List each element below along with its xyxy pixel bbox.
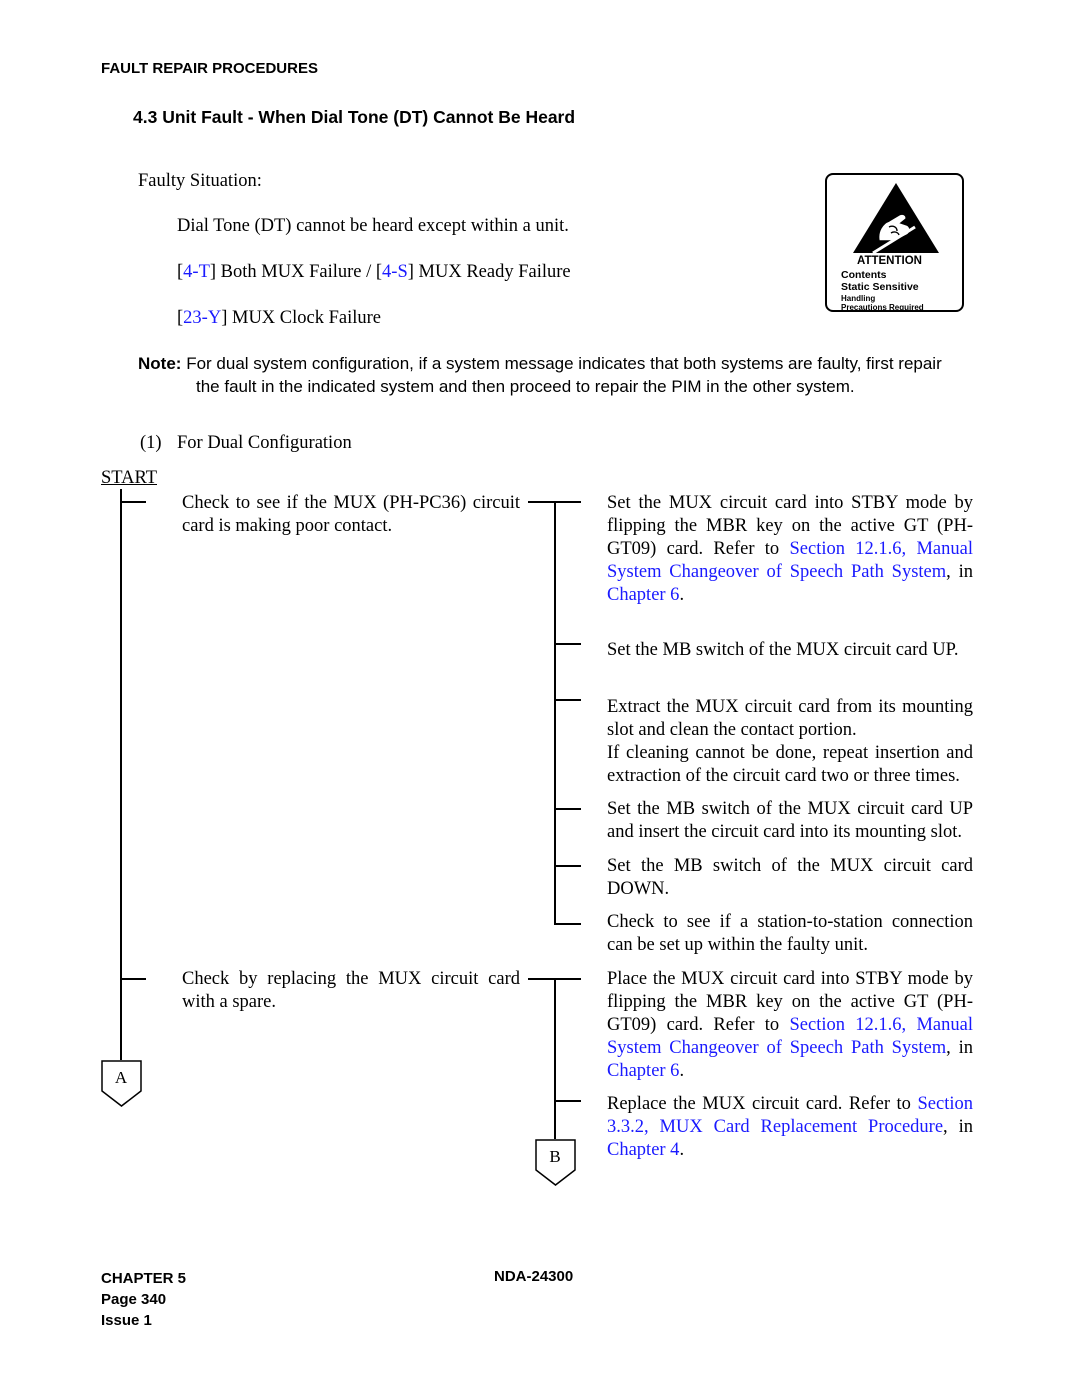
cross-reference-link[interactable]: 23-Y [183, 308, 221, 328]
faulty-situation-label: Faulty Situation: [138, 171, 262, 191]
text-segment: Set the MB switch of the MUX circuit car… [607, 856, 973, 899]
flowchart-start-label: START [101, 468, 157, 488]
cross-reference-link[interactable]: Chapter 6 [607, 585, 679, 605]
flow-step-check-connection: Check to see if a station-to-station con… [607, 911, 973, 957]
flow-branch-right-1b [554, 643, 581, 645]
text-segment: . [679, 1061, 685, 1081]
text-segment: . [679, 1140, 685, 1160]
connector-b-label: B [549, 1147, 561, 1166]
section-title: 4.3 Unit Fault - When Dial Tone (DT) Can… [133, 107, 576, 127]
flow-branch-left-1 [120, 501, 146, 503]
cross-reference-link[interactable]: 4-T [183, 262, 210, 282]
esd-handling-text: Handling [841, 294, 876, 303]
esd-static-text: Static Sensitive [841, 281, 919, 293]
faulty-situation-description: Dial Tone (DT) cannot be heard except wi… [177, 216, 569, 236]
flow-line-right-trunk-2 [554, 978, 556, 1139]
text-segment: If cleaning cannot be done, repeat inser… [607, 743, 973, 786]
text-segment: , in [946, 1038, 973, 1058]
connector-a-label: A [114, 1068, 128, 1087]
esd-attention-text: ATTENTION [857, 255, 922, 267]
text-segment: ] Both MUX Failure / [ [209, 262, 383, 282]
text-segment: ] MUX Clock Failure [221, 308, 382, 328]
flow-branch-left-2 [120, 978, 146, 980]
flow-branch-right-2b [554, 1100, 581, 1102]
cross-reference-link[interactable]: 4-S [382, 262, 408, 282]
footer-doc-number: NDA-24300 [494, 1268, 574, 1285]
footer-issue: Issue 1 [101, 1312, 152, 1329]
esd-contents-text: Contents [841, 269, 887, 281]
flow-step-mb-switch-up: Set the MB switch of the MUX circuit car… [607, 639, 973, 662]
system-message-line: [23-Y] MUX Clock Failure [177, 307, 381, 330]
footer-left: CHAPTER 5 Page 340 Issue 1 [101, 1268, 186, 1331]
flow-branch-right-1d [554, 808, 581, 810]
text-segment: ] MUX Ready Failure [407, 262, 571, 282]
text-segment: , in [943, 1117, 973, 1137]
flow-branch-right-1e [554, 865, 581, 867]
note-text-line1: For dual system configuration, if a syst… [186, 354, 942, 373]
running-header: FAULT REPAIR PROCEDURES [101, 60, 318, 77]
note: Note: For dual system configuration, if … [138, 352, 1058, 398]
flow-step-replace-with-spare: Check by replacing the MUX circuit card … [182, 969, 520, 1012]
text-segment: . [679, 585, 685, 605]
text-segment: Check to see if a station-to-station con… [607, 912, 973, 955]
off-page-connector-b: B [535, 1139, 576, 1187]
text-segment: Set the MB switch of the MUX circuit car… [607, 799, 973, 842]
text-segment: Extract the MUX circuit card from its mo… [607, 697, 973, 740]
flow-line-right-trunk-1 [554, 501, 556, 925]
flow-step-extract-clean: Extract the MUX circuit card from its mo… [607, 696, 973, 788]
case-number: (1) [140, 433, 162, 453]
text-segment: Replace the MUX circuit card. Refer to [607, 1094, 918, 1114]
flow-branch-right-1c [554, 699, 581, 701]
off-page-connector-a: A [101, 1060, 142, 1108]
flow-step-check-poor-contact: Check to see if the MUX (PH-PC36) circui… [182, 493, 520, 536]
flow-step-replace-card: Replace the MUX circuit card. Refer to S… [607, 1093, 973, 1162]
flow-step-place-stby: Place the MUX circuit card into STBY mod… [607, 968, 973, 1083]
system-message-line: [4-T] Both MUX Failure / [4-S] MUX Ready… [177, 261, 571, 284]
note-label: Note: [138, 354, 182, 373]
cross-reference-link[interactable]: Chapter 4 [607, 1140, 679, 1160]
flow-step-mb-down: Set the MB switch of the MUX circuit car… [607, 855, 973, 901]
footer-chapter: CHAPTER 5 [101, 1270, 187, 1287]
flow-step-mb-up-insert: Set the MB switch of the MUX circuit car… [607, 798, 973, 844]
flow-branch-right-1f [554, 923, 581, 925]
text-segment: , in [946, 562, 973, 582]
case-title: For Dual Configuration [177, 433, 352, 453]
footer-page: Page 340 [101, 1291, 167, 1308]
esd-attention-label: ATTENTION Contents Static Sensitive Hand… [825, 173, 964, 312]
flow-step-stby-mode: Set the MUX circuit card into STBY mode … [607, 492, 973, 607]
esd-precautions-text: Precautions Required [841, 303, 924, 312]
esd-warning-hand-icon [853, 183, 939, 255]
cross-reference-link[interactable]: Chapter 6 [607, 1061, 679, 1081]
text-segment: Set the MB switch of the MUX circuit car… [607, 640, 959, 660]
note-text-line2: the fault in the indicated system and th… [196, 377, 855, 396]
flow-line-left-trunk [120, 489, 122, 1060]
